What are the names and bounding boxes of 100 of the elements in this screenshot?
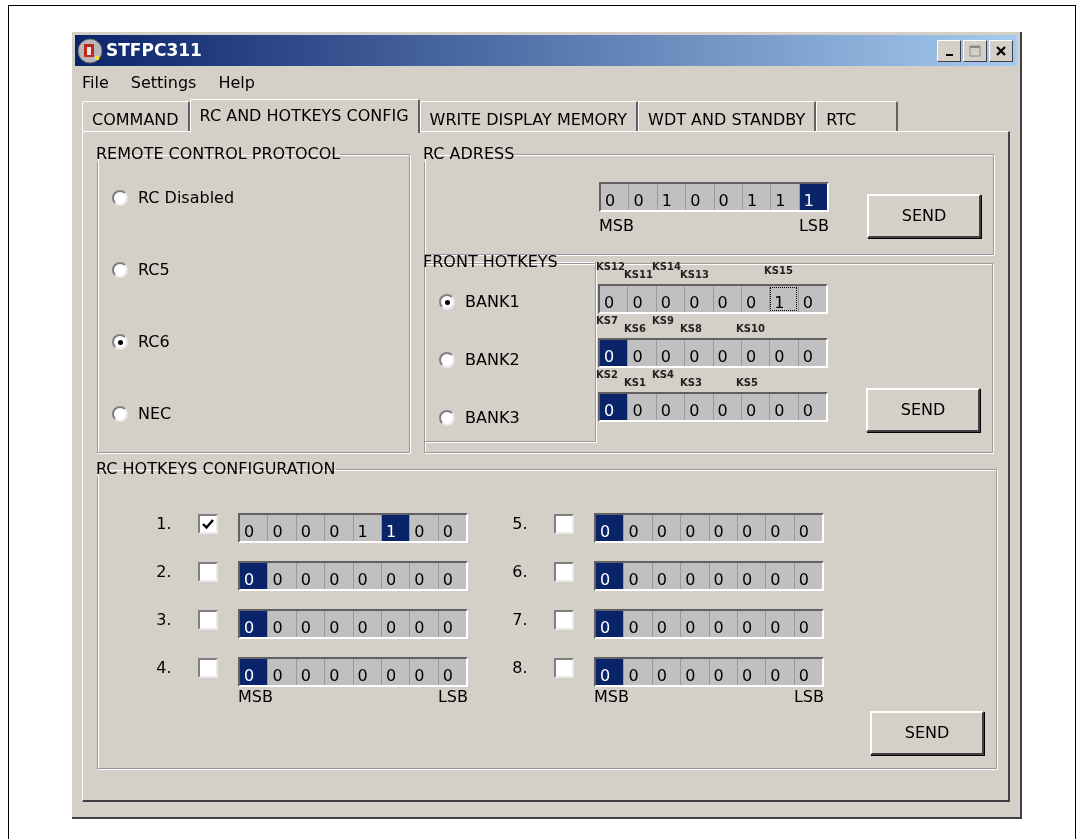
- bit-field[interactable]: 0 0 1 0 0 1 1 1: [599, 182, 829, 212]
- bit-cell[interactable]: 0: [797, 394, 826, 420]
- bit-cell[interactable]: 0: [765, 515, 794, 541]
- bit-field[interactable]: 0 0 0 0 0 0 0 0: [594, 513, 824, 543]
- tab[interactable]: RC AND HOTKEYS CONFIG: [189, 99, 420, 133]
- bit-cell[interactable]: 0: [240, 563, 268, 589]
- checkbox[interactable]: [554, 562, 574, 582]
- bit-cell[interactable]: 0: [712, 340, 741, 366]
- tab[interactable]: WRITE DISPLAY MEMORY: [419, 101, 639, 131]
- bit-field[interactable]: 0 0 0 0 0 0 0 0: [238, 609, 468, 639]
- bit-cell[interactable]: 0: [708, 659, 737, 685]
- bit-cell[interactable]: 0: [655, 340, 685, 366]
- bit-cell[interactable]: 0: [240, 659, 268, 685]
- bit-field[interactable]: 0 0 0 0 0 0 0 0: [594, 609, 824, 639]
- menu-item[interactable]: File: [82, 71, 109, 96]
- bit-cell[interactable]: 0: [352, 659, 381, 685]
- bit-cell[interactable]: 0: [627, 340, 656, 366]
- radio-label[interactable]: BANK1: [465, 290, 520, 314]
- bit-cell[interactable]: 0: [295, 611, 325, 637]
- bit-cell[interactable]: 0: [409, 611, 438, 637]
- bit-cell[interactable]: 0: [793, 611, 822, 637]
- bit-cell[interactable]: 0: [600, 286, 628, 312]
- bit-cell[interactable]: 1: [656, 184, 686, 210]
- bit-cell[interactable]: 0: [267, 515, 296, 541]
- bit-cell[interactable]: 0: [240, 515, 268, 541]
- bit-field[interactable]: 0 0 0 0 0 0 0 0: [594, 657, 824, 687]
- bit-cell[interactable]: 0: [712, 286, 741, 312]
- bit-cell[interactable]: 0: [324, 611, 353, 637]
- radio-button[interactable]: [439, 294, 455, 310]
- checkbox[interactable]: [554, 514, 574, 534]
- bit-cell[interactable]: 0: [765, 563, 794, 589]
- bit-cell[interactable]: 0: [793, 659, 822, 685]
- bit-cell[interactable]: 0: [596, 563, 624, 589]
- bit-cell[interactable]: 0: [765, 659, 794, 685]
- radio-label[interactable]: RC Disabled: [138, 186, 235, 210]
- bit-cell[interactable]: 0: [708, 515, 737, 541]
- bit-field[interactable]: 0 0 0 0 0 0 1 0: [598, 284, 828, 314]
- bit-cell[interactable]: 0: [437, 563, 466, 589]
- bit-cell[interactable]: 0: [736, 515, 766, 541]
- bit-cell[interactable]: 0: [437, 515, 466, 541]
- bit-cell[interactable]: 0: [680, 515, 709, 541]
- checkbox[interactable]: [198, 610, 218, 630]
- radio-label[interactable]: RC6: [138, 330, 170, 354]
- bit-cell[interactable]: 0: [651, 611, 681, 637]
- radio-label[interactable]: RC5: [138, 258, 170, 282]
- bit-cell[interactable]: 0: [267, 611, 296, 637]
- bit-cell[interactable]: 0: [600, 394, 628, 420]
- bit-cell[interactable]: 0: [684, 394, 713, 420]
- tab[interactable]: RTC: [816, 101, 899, 131]
- maximize-button[interactable]: [963, 39, 987, 62]
- bit-cell[interactable]: 0: [240, 611, 268, 637]
- send-button[interactable]: SEND: [870, 711, 984, 755]
- bit-cell[interactable]: 0: [627, 394, 656, 420]
- bit-field[interactable]: 0 0 0 0 0 0 0 0: [594, 561, 824, 591]
- checkbox[interactable]: [198, 514, 218, 534]
- bit-field[interactable]: 0 0 0 0 0 0 0 0: [598, 392, 828, 422]
- bit-cell[interactable]: 1: [770, 184, 799, 210]
- radio-button[interactable]: [112, 334, 128, 350]
- bit-cell[interactable]: 0: [684, 286, 713, 312]
- bit-cell[interactable]: 0: [623, 611, 652, 637]
- bit-cell[interactable]: 0: [596, 515, 624, 541]
- bit-cell[interactable]: 0: [409, 659, 438, 685]
- checkbox[interactable]: [198, 658, 218, 678]
- checkbox[interactable]: [554, 658, 574, 678]
- bit-cell[interactable]: 1: [352, 515, 381, 541]
- radio-button[interactable]: [112, 262, 128, 278]
- bit-cell[interactable]: 1: [380, 515, 410, 541]
- radio-label[interactable]: BANK2: [465, 348, 520, 372]
- bit-cell[interactable]: 0: [797, 286, 826, 312]
- bit-cell[interactable]: 0: [712, 394, 741, 420]
- bit-cell[interactable]: 0: [601, 184, 629, 210]
- bit-cell[interactable]: 0: [324, 659, 353, 685]
- bit-cell[interactable]: 0: [380, 611, 410, 637]
- bit-cell[interactable]: 0: [680, 563, 709, 589]
- bit-cell[interactable]: 0: [623, 515, 652, 541]
- bit-cell[interactable]: 0: [765, 611, 794, 637]
- bit-cell[interactable]: 0: [409, 563, 438, 589]
- bit-cell[interactable]: 0: [740, 286, 770, 312]
- bit-cell[interactable]: 1: [741, 184, 771, 210]
- radio-button[interactable]: [112, 406, 128, 422]
- bit-field[interactable]: 0 0 0 0 0 0 0 0: [238, 561, 468, 591]
- checkbox[interactable]: [554, 610, 574, 630]
- bit-cell[interactable]: 0: [655, 394, 685, 420]
- bit-cell[interactable]: 0: [596, 659, 624, 685]
- send-button[interactable]: SEND: [866, 388, 980, 432]
- bit-cell[interactable]: 0: [655, 286, 685, 312]
- send-button[interactable]: SEND: [867, 194, 981, 238]
- bit-cell[interactable]: 1: [798, 184, 827, 210]
- bit-field[interactable]: 0 0 0 0 0 0 0 0: [598, 338, 828, 368]
- tab[interactable]: WDT AND STANDBY: [638, 101, 817, 131]
- menu-item[interactable]: Help: [218, 71, 255, 96]
- bit-cell[interactable]: 0: [651, 515, 681, 541]
- bit-cell[interactable]: 0: [380, 563, 410, 589]
- bit-cell[interactable]: 0: [409, 515, 438, 541]
- bit-field[interactable]: 0 0 0 0 0 0 0 0: [238, 657, 468, 687]
- close-button[interactable]: [989, 39, 1013, 62]
- bit-cell[interactable]: 0: [324, 515, 353, 541]
- radio-label[interactable]: BANK3: [465, 406, 520, 430]
- bit-cell[interactable]: 0: [596, 611, 624, 637]
- bit-cell[interactable]: 0: [769, 340, 798, 366]
